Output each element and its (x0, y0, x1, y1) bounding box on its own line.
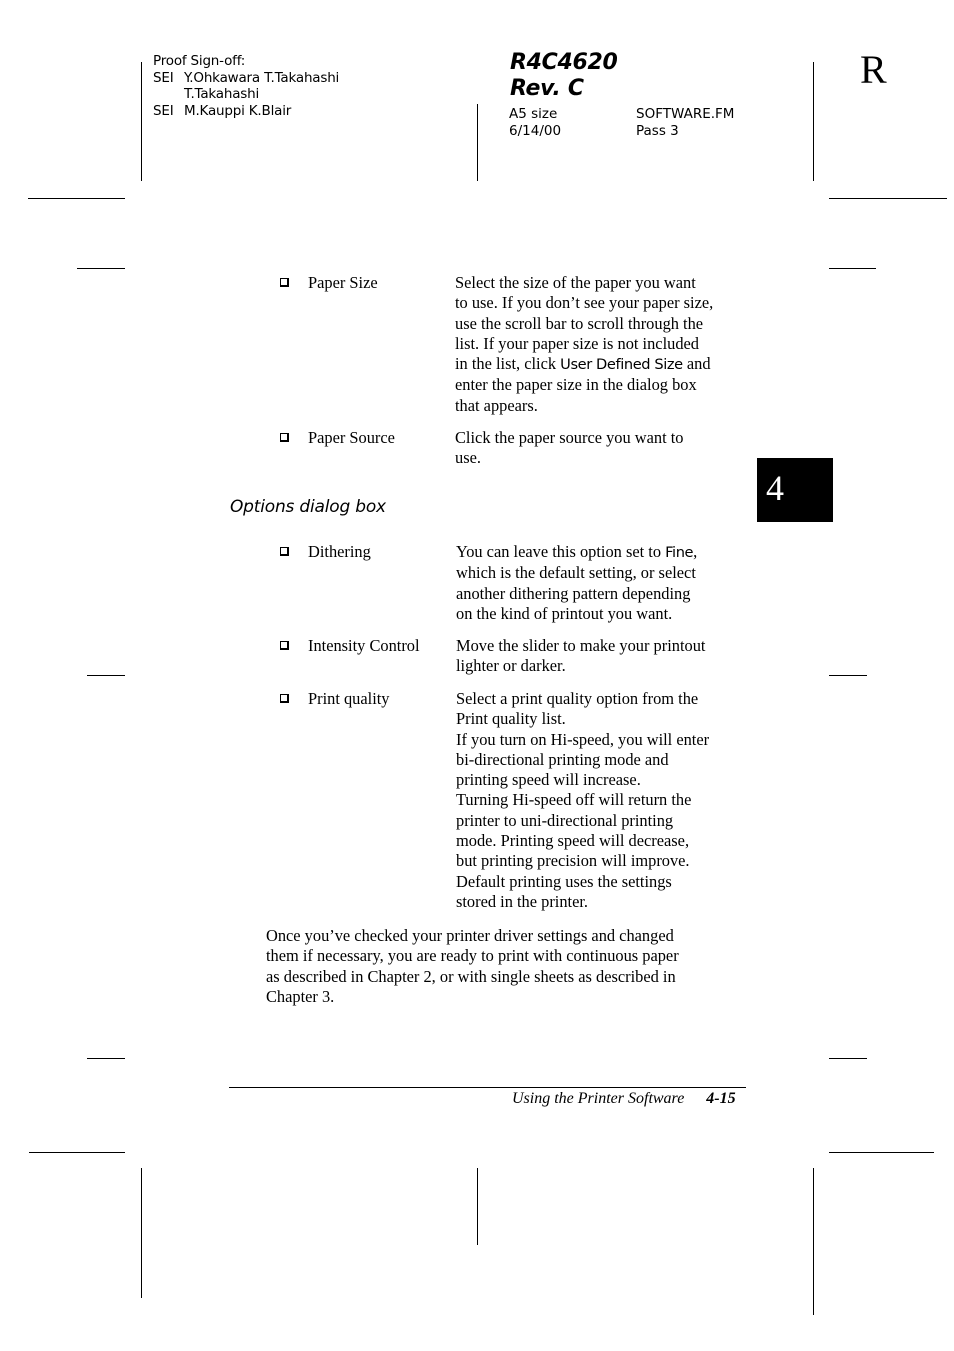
item-description: Select a print quality option from the Pr… (456, 689, 709, 912)
crop-mark (829, 268, 876, 269)
description-line: Move the slider to make your printout (456, 636, 706, 655)
description-line: to use. If you don’t see your paper size… (455, 293, 714, 313)
bullet-box-icon (280, 547, 289, 556)
crop-mark (141, 62, 142, 181)
item-description: Move the slider to make your printout lig… (456, 636, 705, 677)
description-line: on the kind of printout you want. (456, 603, 673, 623)
proof-row: T.Takahashi (153, 86, 339, 103)
text-run: , (693, 542, 698, 561)
description-line: mode. Printing speed will decrease, (456, 831, 690, 851)
crop-mark (813, 1168, 814, 1315)
paragraph-line: as described in Chapter 2, or with singl… (266, 966, 676, 986)
description-line: If you turn on Hi-speed, you will enter (456, 729, 710, 749)
item-term: Print quality (308, 689, 390, 708)
description-line: lighter or darker. (456, 656, 566, 676)
description-line: that appears. (455, 395, 538, 415)
description-line: Click the paper source you want to (455, 428, 684, 447)
description-line: enter the paper size in the dialog box (455, 375, 697, 395)
proof-names: M.Kauppi K.Blair (184, 102, 292, 119)
footer-rule (229, 1087, 746, 1088)
crop-mark (829, 1058, 867, 1059)
closing-paragraph: Once you’ve checked your printer driver … (266, 926, 679, 1007)
item-term: Dithering (308, 542, 371, 561)
description-line: Print quality list. (456, 709, 566, 729)
bullet-box-icon (280, 641, 289, 650)
proof-names: Y.Ohkawara T.Takahashi (184, 69, 340, 86)
proof-row: SEI M.Kauppi K.Blair (153, 103, 339, 120)
crop-mark (29, 1152, 125, 1153)
text-run: in the list, click (455, 354, 561, 374)
proof-title: Proof Sign-off: (153, 53, 246, 69)
bullet-box-icon (280, 694, 289, 703)
doc-date: 6/14/00 (509, 122, 562, 139)
item-description: You can leave this option set to Fine, wh… (456, 542, 697, 624)
description-line: You can leave this option set to Fine, (456, 542, 697, 563)
text-run: and (682, 354, 711, 374)
description-line: Default printing uses the settings (456, 871, 672, 891)
page-size: A5 size (509, 106, 558, 122)
crop-mark (87, 1058, 125, 1059)
crop-mark (829, 198, 947, 199)
file-name: SOFTWARE.FM (636, 106, 735, 122)
item-description: Click the paper source you want to use. (455, 428, 684, 469)
chapter-number: 4 (766, 468, 784, 508)
crop-mark (829, 1152, 934, 1153)
ui-term: Fine (665, 544, 694, 561)
text-run: You can leave this option set to (456, 542, 666, 561)
document-code: R4C4620 Rev. C (510, 50, 618, 102)
crop-mark (477, 1168, 478, 1245)
document-meta: A5 size SOFTWARE.FM 6/14/00 Pass 3 (509, 106, 734, 139)
bullet-box-icon (280, 278, 289, 287)
proof-label: SEI (153, 102, 174, 119)
page-footer: Using the Printer Software 4-15 (512, 1089, 736, 1109)
crop-mark (813, 62, 814, 181)
item-term: Intensity Control (308, 636, 420, 655)
description-line: in the list, click User Defined Size and (455, 354, 713, 375)
bullet-box-icon (280, 433, 289, 442)
description-line: bi-directional printing mode and (456, 749, 669, 769)
description-line: Select the size of the paper you want (455, 273, 696, 292)
description-line: which is the default setting, or select (456, 563, 696, 583)
description-line: Turning Hi-speed off will return the (456, 790, 692, 810)
description-line: use. (455, 448, 481, 468)
item-term: Paper Size (308, 273, 378, 292)
description-line: another dithering pattern depending (456, 583, 691, 603)
description-line: stored in the printer. (456, 891, 589, 911)
paragraph-line: them if necessary, you are ready to prin… (266, 946, 679, 966)
crop-mark (477, 104, 478, 181)
description-line: but printing precision will improve. (456, 851, 690, 871)
description-line: list. If your paper size is not included (455, 333, 699, 353)
proof-signoff: Proof Sign-off: SEI Y.Ohkawara T.Takahash… (153, 53, 339, 119)
description-line: use the scroll bar to scroll through the (455, 313, 704, 333)
description-line: Select a print quality option from the (456, 689, 699, 708)
proof-row: SEI Y.Ohkawara T.Takahashi (153, 70, 339, 87)
description-line: printer to uni-directional printing (456, 810, 674, 830)
paragraph-line: Once you’ve checked your printer driver … (266, 926, 674, 945)
crop-mark (141, 1168, 142, 1298)
crop-mark (77, 268, 125, 269)
chapter-tab: 4 (757, 458, 833, 522)
item-term: Paper Source (308, 428, 395, 447)
doc-revision: Rev. C (510, 76, 584, 101)
proof-names: T.Takahashi (184, 86, 260, 103)
crop-mark (28, 198, 125, 199)
description-line: printing speed will increase. (456, 770, 641, 790)
pass-number: Pass 3 (636, 122, 679, 139)
item-description: Select the size of the paper you want to … (455, 273, 713, 416)
footer-title: Using the Printer Software (512, 1090, 685, 1107)
crop-mark (87, 675, 125, 676)
proof-label: SEI (153, 69, 174, 86)
registration-mark: R (860, 47, 887, 92)
section-subheading: Options dialog box (230, 497, 386, 517)
doc-code-line1: R4C4620 (510, 50, 618, 75)
paragraph-line: Chapter 3. (266, 986, 335, 1006)
crop-mark (829, 675, 867, 676)
page-number: 4-15 (706, 1090, 736, 1107)
ui-term: User Defined Size (560, 356, 683, 374)
